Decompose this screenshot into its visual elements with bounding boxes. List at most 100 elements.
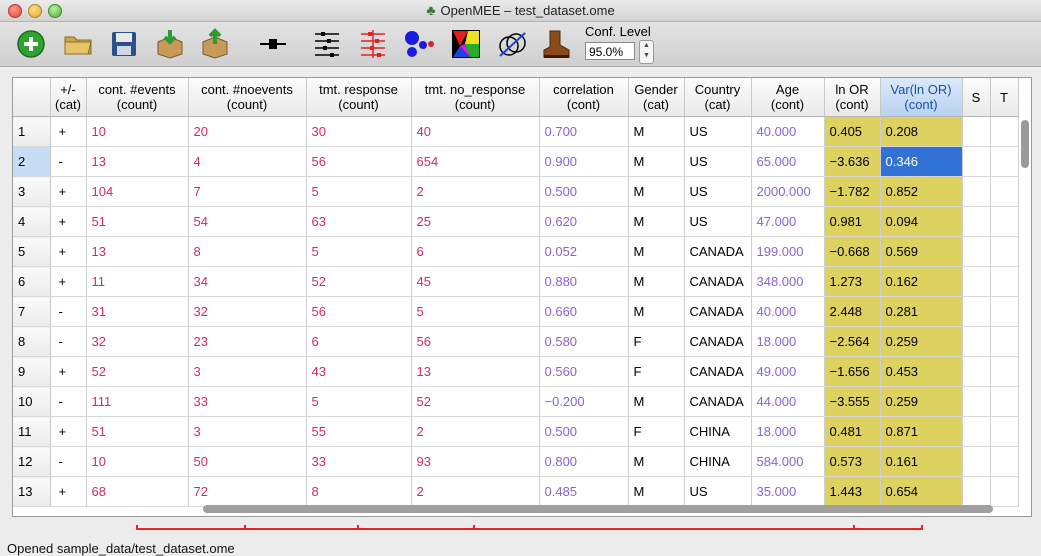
- table-cell[interactable]: 56: [411, 326, 540, 357]
- table-cell[interactable]: 18.000: [751, 326, 825, 357]
- table-row[interactable]: 11 +51 3 55 2 0.500 F CHINA 18.000 0.481 0.871: [13, 416, 1019, 447]
- table-cell[interactable]: +: [50, 476, 87, 507]
- table-cell[interactable]: [962, 266, 991, 297]
- table-cell[interactable]: 56: [306, 296, 412, 327]
- table-cell[interactable]: 0.346: [880, 146, 963, 177]
- table-cell[interactable]: 0.560: [539, 356, 629, 387]
- conf-level-input[interactable]: 95.0%: [585, 42, 635, 60]
- table-cell[interactable]: 2: [411, 176, 540, 207]
- table-cell[interactable]: [962, 116, 991, 147]
- table-cell[interactable]: 0.405: [824, 116, 881, 147]
- table-cell[interactable]: -: [50, 446, 87, 477]
- table-cell[interactable]: 8: [188, 236, 307, 267]
- table-cell[interactable]: 3: [188, 416, 307, 447]
- table-cell[interactable]: 40.000: [751, 116, 825, 147]
- table-cell[interactable]: 0.481: [824, 416, 881, 447]
- table-cell[interactable]: [962, 416, 991, 447]
- table-cell[interactable]: [962, 206, 991, 237]
- table-cell[interactable]: +: [50, 206, 87, 237]
- table-cell[interactable]: M: [628, 446, 685, 477]
- column-header[interactable]: Country (cat): [684, 78, 752, 117]
- stepper-down-icon[interactable]: ▼: [643, 52, 650, 59]
- table-cell[interactable]: 52: [306, 266, 412, 297]
- table-cell[interactable]: 13: [86, 236, 189, 267]
- column-header[interactable]: S: [962, 78, 991, 117]
- table-cell[interactable]: 0.259: [880, 386, 963, 417]
- table-cell[interactable]: 0.573: [824, 446, 881, 477]
- table-cell[interactable]: 104: [86, 176, 189, 207]
- table-cell[interactable]: 0.500: [539, 416, 629, 447]
- table-cell[interactable]: −3.636: [824, 146, 881, 177]
- table-row[interactable]: 6 +11 34 52 45 0.880 M CANADA 348.000 1.273 0.162: [13, 266, 1019, 297]
- table-cell[interactable]: M: [628, 236, 685, 267]
- table-cell[interactable]: US: [684, 116, 752, 147]
- table-row[interactable]: 2-13 4 56 654 0.900 M US 65.000 −3.636 0.346: [13, 146, 1019, 177]
- column-header[interactable]: T: [990, 78, 1019, 117]
- table-cell[interactable]: 4: [188, 146, 307, 177]
- table-cell[interactable]: 56: [306, 146, 412, 177]
- point-estimate-button[interactable]: [256, 27, 290, 61]
- table-cell[interactable]: 0.453: [880, 356, 963, 387]
- forest-plot-button[interactable]: [311, 27, 345, 61]
- table-cell[interactable]: 44.000: [751, 386, 825, 417]
- table-cell[interactable]: [990, 266, 1019, 297]
- table-cell[interactable]: 0.281: [880, 296, 963, 327]
- table-cell[interactable]: 0.485: [539, 476, 629, 507]
- table-cell[interactable]: 47.000: [751, 206, 825, 237]
- table-cell[interactable]: 8: [306, 476, 412, 507]
- table-cell[interactable]: 33: [188, 386, 307, 417]
- table-cell[interactable]: 2: [411, 416, 540, 447]
- table-cell[interactable]: [990, 206, 1019, 237]
- table-cell[interactable]: 10: [86, 116, 189, 147]
- table-cell[interactable]: 0.161: [880, 446, 963, 477]
- table-cell[interactable]: 32: [188, 296, 307, 327]
- table-cell[interactable]: -: [50, 146, 87, 177]
- table-cell[interactable]: 0.569: [880, 236, 963, 267]
- table-cell[interactable]: 3: [188, 356, 307, 387]
- table-cell[interactable]: 54: [188, 206, 307, 237]
- table-cell[interactable]: M: [628, 296, 685, 327]
- table-cell[interactable]: 2000.000: [751, 176, 825, 207]
- table-cell[interactable]: 584.000: [751, 446, 825, 477]
- table-cell[interactable]: 0.800: [539, 446, 629, 477]
- table-cell[interactable]: CANADA: [684, 236, 752, 267]
- column-header[interactable]: cont. #events (count): [86, 78, 189, 117]
- table-cell[interactable]: 5: [306, 236, 412, 267]
- table-cell[interactable]: -: [50, 296, 87, 327]
- table-cell[interactable]: +: [50, 416, 87, 447]
- table-cell[interactable]: [962, 476, 991, 507]
- table-cell[interactable]: [990, 446, 1019, 477]
- table-cell[interactable]: 0.852: [880, 176, 963, 207]
- row-header[interactable]: 2: [13, 146, 51, 177]
- table-cell[interactable]: 348.000: [751, 266, 825, 297]
- table-cell[interactable]: [990, 476, 1019, 507]
- table-cell[interactable]: US: [684, 146, 752, 177]
- table-cell[interactable]: 51: [86, 416, 189, 447]
- table-cell[interactable]: +: [50, 356, 87, 387]
- zoom-window-button[interactable]: [48, 4, 62, 18]
- table-cell[interactable]: 0.094: [880, 206, 963, 237]
- column-header[interactable]: cont. #noevents (count): [188, 78, 307, 117]
- table-cell[interactable]: 654: [411, 146, 540, 177]
- table-cell[interactable]: 93: [411, 446, 540, 477]
- table-cell[interactable]: +: [50, 266, 87, 297]
- table-cell[interactable]: 40.000: [751, 296, 825, 327]
- table-row[interactable]: 3 +104 7 5 2 0.500 M US 2000.000 −1.782 0.852: [13, 176, 1019, 207]
- table-cell[interactable]: 2: [411, 476, 540, 507]
- table-cell[interactable]: [990, 386, 1019, 417]
- table-cell[interactable]: M: [628, 386, 685, 417]
- table-row[interactable]: 9 +52 3 43 13 0.560 F CANADA 49.000 −1.656 0.453: [13, 356, 1019, 387]
- table-cell[interactable]: 65.000: [751, 146, 825, 177]
- table-cell[interactable]: 35.000: [751, 476, 825, 507]
- table-cell[interactable]: 30: [306, 116, 412, 147]
- table-row[interactable]: 1 +10 20 30 40 0.700 M US 40.000 0.405 0.208: [13, 116, 1019, 147]
- column-header[interactable]: tmt. no_response (count): [411, 78, 540, 117]
- table-cell[interactable]: 10: [86, 446, 189, 477]
- column-header[interactable]: Var(ln OR) (cont): [880, 78, 963, 117]
- row-header[interactable]: 8: [13, 326, 51, 357]
- funnel-plot-button[interactable]: [449, 27, 483, 61]
- table-cell[interactable]: 111: [86, 386, 189, 417]
- table-cell[interactable]: 32: [86, 326, 189, 357]
- table-cell[interactable]: −1.656: [824, 356, 881, 387]
- table-cell[interactable]: 68: [86, 476, 189, 507]
